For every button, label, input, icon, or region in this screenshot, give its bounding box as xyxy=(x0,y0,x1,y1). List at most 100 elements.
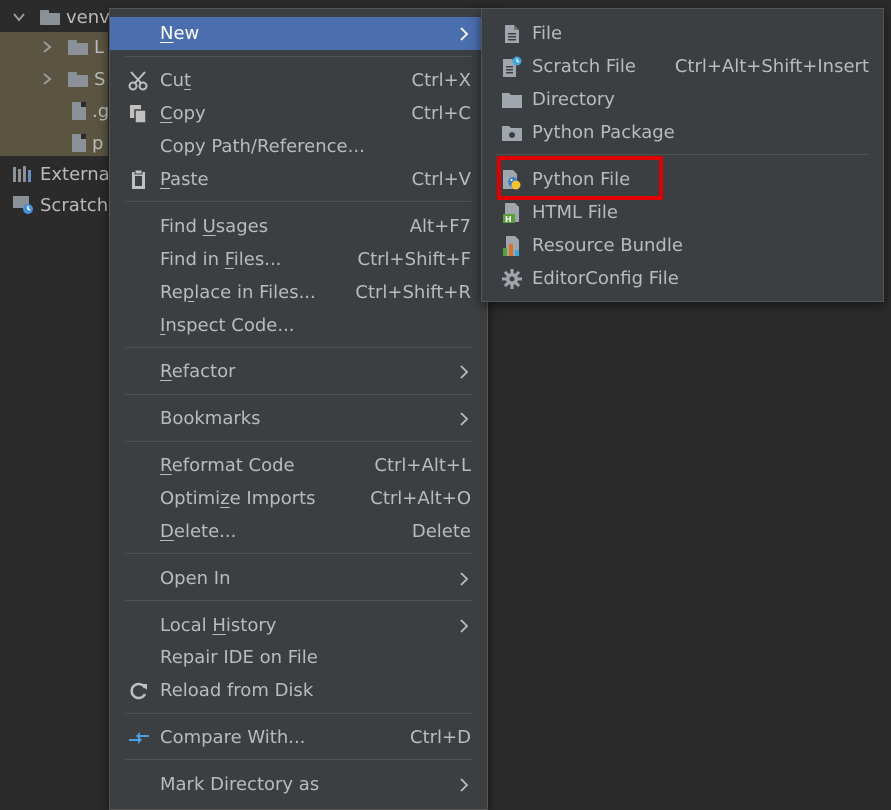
shortcut: Ctrl+Alt+Shift+Insert xyxy=(674,56,869,77)
menu-item-find-usages[interactable]: Find Usages Alt+F7 xyxy=(110,210,487,243)
submenu-label: Python Package xyxy=(532,122,675,143)
menu-item-compare-with[interactable]: Compare With... Ctrl+D xyxy=(110,721,487,754)
directory-icon xyxy=(501,89,523,111)
submenu-label: File xyxy=(532,23,563,44)
tree-row-pyvenv[interactable]: p xyxy=(72,128,103,158)
chevron-right-icon xyxy=(460,412,469,426)
submenu-label: HTML File xyxy=(532,202,618,223)
shortcut: Ctrl+D xyxy=(410,727,471,748)
chevron-down-icon[interactable] xyxy=(12,10,26,24)
menu-label: Open In xyxy=(160,568,231,589)
reload-icon xyxy=(128,681,150,701)
chevron-right-icon[interactable] xyxy=(40,72,54,86)
submenu-item-scratch-file[interactable]: Scratch File Ctrl+Alt+Shift+Insert xyxy=(482,50,883,83)
menu-label: Paste xyxy=(160,169,209,190)
menu-item-repair-ide[interactable]: Repair IDE on File xyxy=(110,641,487,674)
folder-icon xyxy=(68,39,88,55)
shortcut: Ctrl+Alt+L xyxy=(374,455,471,476)
submenu-separator xyxy=(496,154,869,155)
menu-item-reload-from-disk[interactable]: Reload from Disk xyxy=(110,674,487,707)
chevron-right-icon[interactable] xyxy=(40,40,54,54)
menu-label: Refactor xyxy=(160,361,236,382)
tree-label: L xyxy=(94,36,105,58)
menu-item-bookmarks[interactable]: Bookmarks xyxy=(110,402,487,435)
menu-item-local-history[interactable]: Local History xyxy=(110,609,487,642)
chevron-right-icon xyxy=(460,619,469,633)
tree-row-external-libraries[interactable]: External xyxy=(12,159,115,189)
chevron-right-icon xyxy=(460,27,469,41)
tree-row-scripts[interactable]: S xyxy=(40,64,105,94)
tree-label: External xyxy=(40,163,115,185)
menu-item-copy-path[interactable]: Copy Path/Reference... xyxy=(110,130,487,163)
tree-label: p xyxy=(92,132,104,154)
menu-item-delete[interactable]: Delete... Delete xyxy=(110,515,487,548)
tree-row-scratches[interactable]: Scratche xyxy=(12,190,119,220)
menu-item-reformat-code[interactable]: Reformat Code Ctrl+Alt+L xyxy=(110,449,487,482)
menu-separator xyxy=(125,713,472,714)
menu-label: Copy xyxy=(160,103,206,124)
menu-separator xyxy=(125,347,472,348)
scissors-icon xyxy=(128,71,150,91)
menu-label: Cut xyxy=(160,70,192,91)
menu-item-mark-directory-as[interactable]: Mark Directory as xyxy=(110,768,487,801)
file-icon xyxy=(72,134,86,152)
new-submenu: File Scratch File Ctrl+Alt+Shift+Insert … xyxy=(481,8,884,302)
menu-label: Optimize Imports xyxy=(160,488,316,509)
menu-label: New xyxy=(160,23,200,44)
chevron-right-icon xyxy=(460,572,469,586)
submenu-item-editorconfig-file[interactable]: EditorConfig File xyxy=(482,262,883,295)
tree-label: venv xyxy=(66,6,110,28)
menu-label: Bookmarks xyxy=(160,408,261,429)
shortcut: Ctrl+C xyxy=(411,103,471,124)
libraries-icon xyxy=(13,166,31,182)
menu-item-cut[interactable]: Cut Ctrl+X xyxy=(110,64,487,97)
submenu-label: Resource Bundle xyxy=(532,235,683,256)
paste-icon xyxy=(128,170,150,190)
tree-label: Scratche xyxy=(40,194,120,216)
compare-arrows-icon xyxy=(128,728,150,748)
tree-row-venv[interactable]: venv xyxy=(12,2,110,32)
menu-label: Compare With... xyxy=(160,727,306,748)
menu-item-open-in[interactable]: Open In xyxy=(110,562,487,595)
menu-separator xyxy=(125,441,472,442)
menu-item-replace-in-files[interactable]: Replace in Files... Ctrl+Shift+R xyxy=(110,276,487,309)
menu-label: Find Usages xyxy=(160,216,269,237)
tree-label: S xyxy=(94,68,106,90)
shortcut: Ctrl+V xyxy=(411,169,471,190)
submenu-item-resource-bundle[interactable]: Resource Bundle xyxy=(482,229,883,262)
ignored-file-icon xyxy=(72,102,86,120)
folder-icon xyxy=(68,71,88,87)
menu-label: Reformat Code xyxy=(160,455,295,476)
menu-item-optimize-imports[interactable]: Optimize Imports Ctrl+Alt+O xyxy=(110,482,487,515)
menu-item-refactor[interactable]: Refactor xyxy=(110,355,487,388)
tree-row-lib[interactable]: L xyxy=(40,32,104,62)
tree-row-gitignore[interactable]: .g xyxy=(72,96,109,126)
menu-separator xyxy=(125,553,472,554)
html-file-icon: H xyxy=(501,202,523,224)
svg-text:H: H xyxy=(505,215,512,224)
menu-item-inspect-code[interactable]: Inspect Code... xyxy=(110,309,487,342)
highlight-box xyxy=(497,156,663,200)
submenu-label: EditorConfig File xyxy=(532,268,679,289)
shortcut: Ctrl+Shift+F xyxy=(357,249,471,270)
resource-bundle-icon xyxy=(501,235,523,257)
submenu-item-directory[interactable]: Directory xyxy=(482,83,883,116)
submenu-item-file[interactable]: File xyxy=(482,17,883,50)
menu-label: Local History xyxy=(160,615,277,636)
menu-item-new[interactable]: New xyxy=(110,17,487,50)
menu-label: Delete... xyxy=(160,521,237,542)
menu-label: Find in Files... xyxy=(160,249,282,270)
scratch-file-icon xyxy=(501,56,523,78)
menu-item-copy[interactable]: Copy Ctrl+C xyxy=(110,97,487,130)
menu-separator xyxy=(125,394,472,395)
menu-label: Repair IDE on File xyxy=(160,647,318,668)
submenu-item-html-file[interactable]: H HTML File xyxy=(482,196,883,229)
menu-separator xyxy=(125,600,472,601)
copy-icon xyxy=(128,104,150,124)
menu-label: Mark Directory as xyxy=(160,774,320,795)
menu-item-paste[interactable]: Paste Ctrl+V xyxy=(110,163,487,196)
editorconfig-gear-icon xyxy=(501,268,523,290)
submenu-item-python-package[interactable]: Python Package xyxy=(482,116,883,149)
menu-item-find-in-files[interactable]: Find in Files... Ctrl+Shift+F xyxy=(110,243,487,276)
scratches-icon xyxy=(13,196,33,214)
